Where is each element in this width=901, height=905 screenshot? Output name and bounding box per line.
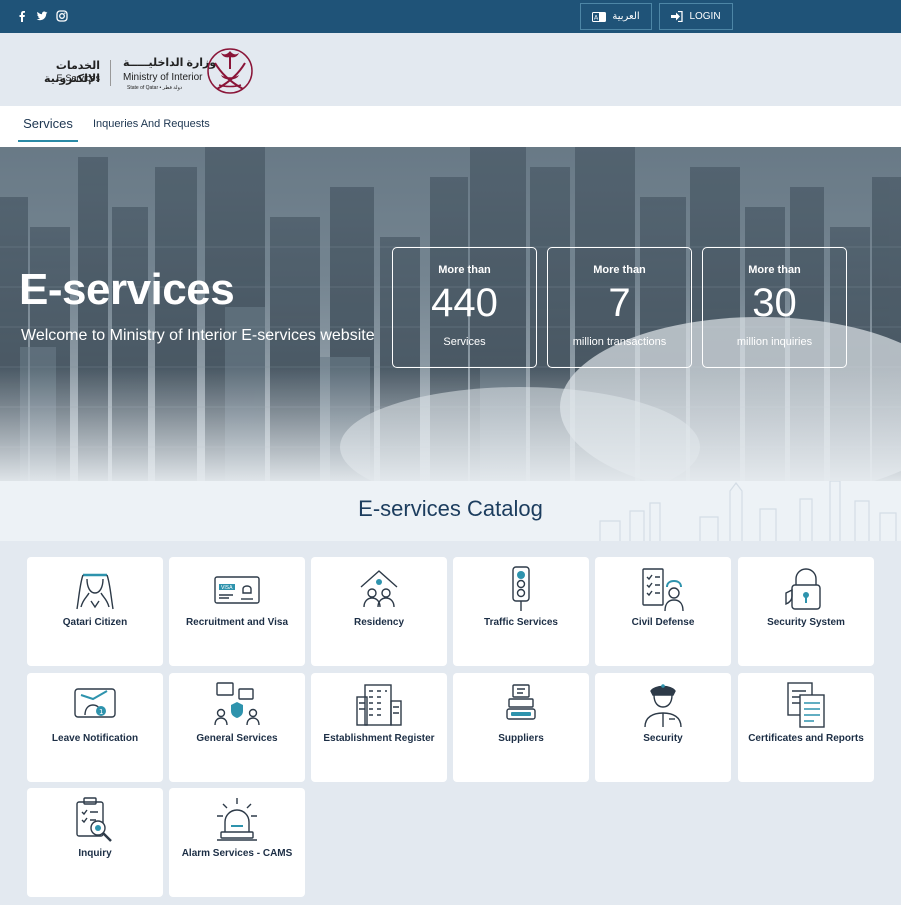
svg-text:1: 1: [99, 708, 103, 716]
hero-banner: E-services Welcome to Ministry of Interi…: [0, 147, 901, 481]
card-label: Certificates and Reports: [748, 733, 864, 744]
general-services-icon: [214, 682, 260, 726]
state-of-qatar-label: State of Qatar • دولة قطر: [127, 85, 183, 91]
card-label: Security System: [767, 617, 845, 628]
svg-text:VISA: VISA: [221, 585, 233, 591]
service-card-suppliers[interactable]: Suppliers: [453, 673, 589, 782]
site-header: الخدمات الإلكترونية E-Services وزارة الد…: [0, 33, 901, 106]
card-label: Establishment Register: [323, 733, 435, 744]
card-label: Inquiry: [78, 848, 112, 859]
header-divider: [110, 60, 111, 86]
eservices-english-title: E-Services: [56, 73, 100, 83]
svg-text:A: A: [594, 14, 599, 21]
leave-notification-icon: 1: [74, 688, 116, 718]
building-icon: [356, 684, 402, 726]
catalog-title: E-services Catalog: [358, 496, 543, 521]
hero-title: E-services: [19, 265, 235, 314]
stat-prefix: More than: [438, 264, 491, 276]
stat-value: 30: [752, 281, 797, 325]
police-officer-icon: [644, 684, 682, 728]
stat-label: million inquiries: [736, 336, 813, 348]
traffic-light-icon: [512, 566, 530, 611]
service-card-general-services[interactable]: General Services: [169, 673, 305, 782]
card-label: Suppliers: [498, 733, 544, 744]
ministry-arabic-name: وزارة الداخليـــــة: [123, 57, 217, 69]
visa-icon: VISA: [214, 576, 260, 604]
hero-subtitle: Welcome to Ministry of Interior E-servic…: [21, 327, 375, 344]
stat-inquiries: More than 30 million inquiries: [702, 247, 847, 368]
login-button[interactable]: LOGIN: [659, 3, 733, 30]
main-navigation: Services Inqueries And Requests: [0, 106, 901, 147]
language-icon: A: [592, 11, 607, 22]
stat-label: million transactions: [572, 336, 667, 348]
stat-prefix: More than: [593, 264, 646, 276]
stat-services: More than 440 Services: [392, 247, 537, 368]
card-label: Residency: [353, 617, 405, 628]
card-label: Civil Defense: [631, 617, 695, 628]
top-bar: A العربية LOGIN: [0, 0, 901, 33]
twitter-icon[interactable]: [36, 9, 48, 21]
service-card-certificates-and-reports[interactable]: Certificates and Reports: [738, 673, 874, 782]
service-card-residency[interactable]: Residency: [311, 557, 447, 666]
service-card-establishment-register[interactable]: Establishment Register: [311, 673, 447, 782]
service-card-civil-defense[interactable]: Civil Defense: [595, 557, 731, 666]
facebook-icon[interactable]: [16, 9, 28, 22]
card-label: Security: [643, 733, 683, 744]
stat-value: 7: [608, 281, 631, 325]
service-card-leave-notification[interactable]: 1 Leave Notification: [27, 673, 163, 782]
service-card-inquiry[interactable]: Inquiry: [27, 788, 163, 897]
stat-value: 440: [431, 281, 498, 325]
citizen-icon: [76, 573, 114, 610]
alarm-icon: [217, 798, 257, 841]
residency-icon: [360, 570, 398, 608]
civil-defense-icon: [642, 568, 684, 612]
arabic-label: العربية: [612, 11, 640, 22]
service-card-security-system[interactable]: Security System: [738, 557, 874, 666]
card-label: Alarm Services - CAMS: [181, 848, 293, 859]
service-card-security[interactable]: Security: [595, 673, 731, 782]
card-label: General Services: [196, 733, 278, 744]
card-label: Qatari Citizen: [62, 617, 128, 628]
card-label: Leave Notification: [51, 733, 139, 744]
login-icon: [671, 11, 684, 22]
card-label: Traffic Services: [484, 617, 558, 628]
card-label: Recruitment and Visa: [185, 617, 289, 628]
instagram-icon[interactable]: [56, 9, 68, 22]
stat-prefix: More than: [748, 264, 801, 276]
padlock-icon: [785, 568, 821, 610]
service-card-recruitment-and-visa[interactable]: VISA Recruitment and Visa: [169, 557, 305, 666]
stat-transactions: More than 7 million transactions: [547, 247, 692, 368]
ministry-english-name: Ministry of Interior: [123, 72, 203, 83]
arabic-language-button[interactable]: A العربية: [580, 3, 652, 30]
tab-services[interactable]: Services: [18, 106, 78, 142]
social-links: [16, 9, 68, 22]
stat-label: Services: [443, 336, 486, 348]
qatar-emblem-icon[interactable]: [205, 45, 255, 97]
login-label: LOGIN: [689, 11, 721, 22]
inquiry-clipboard-icon: [76, 797, 112, 842]
service-card-alarm-services-cams[interactable]: Alarm Services - CAMS: [169, 788, 305, 897]
suppliers-icon: [506, 684, 536, 720]
service-card-qatari-citizen[interactable]: Qatari Citizen: [27, 557, 163, 666]
documents-icon: [787, 682, 825, 728]
tab-inqueries-and-requests[interactable]: Inqueries And Requests: [93, 106, 210, 142]
service-card-traffic-services[interactable]: Traffic Services: [453, 557, 589, 666]
catalog-header-band: E-services Catalog: [0, 481, 901, 541]
